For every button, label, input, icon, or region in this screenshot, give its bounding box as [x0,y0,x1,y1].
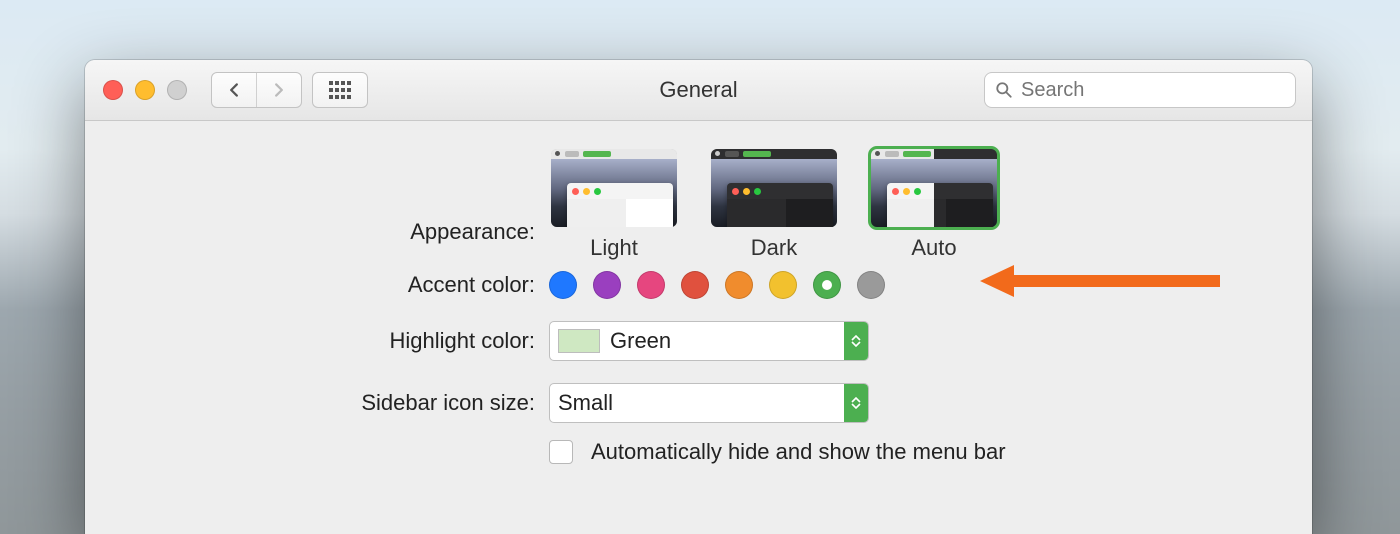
appearance-option-light[interactable]: Light [549,149,679,261]
menubar-hide-row: Automatically hide and show the menu bar [85,439,1312,465]
appearance-option-dark[interactable]: Dark [709,149,839,261]
preferences-window: General Appearance: Light [85,60,1312,534]
back-button[interactable] [212,73,256,107]
menubar-hide-label: Automatically hide and show the menu bar [591,439,1006,465]
nav-buttons [211,72,302,108]
accent-yellow[interactable] [769,271,797,299]
appearance-label: Appearance: [85,219,549,245]
accent-green[interactable] [813,271,841,299]
highlight-swatch [558,329,600,353]
window-toolbar: General [85,60,1312,121]
accent-pink[interactable] [637,271,665,299]
appearance-option-light-label: Light [590,235,638,261]
select-stepper-icon [844,384,868,422]
forward-button[interactable] [256,73,301,107]
appearance-option-auto-label: Auto [911,235,956,261]
accent-graphite[interactable] [857,271,885,299]
search-input[interactable] [1019,78,1288,103]
select-stepper-icon [844,322,868,360]
accent-purple[interactable] [593,271,621,299]
accent-blue[interactable] [549,271,577,299]
window-controls [103,80,187,100]
show-all-button[interactable] [312,72,368,108]
search-icon [995,81,1013,99]
highlight-label: Highlight color: [85,328,549,354]
highlight-row: Highlight color: Green [85,321,1312,361]
minimize-window-button[interactable] [135,80,155,100]
sidebar-icon-row: Sidebar icon size: Small [85,383,1312,423]
appearance-thumb-dark [711,149,837,227]
zoom-window-button [167,80,187,100]
appearance-thumb-auto [871,149,997,227]
highlight-select[interactable]: Green [549,321,869,361]
accent-red[interactable] [681,271,709,299]
sidebar-icon-select[interactable]: Small [549,383,869,423]
appearance-options: Light Dark [549,149,999,261]
appearance-option-dark-label: Dark [751,235,797,261]
close-window-button[interactable] [103,80,123,100]
annotation-arrow [980,261,1220,301]
appearance-thumb-light [551,149,677,227]
grid-icon [329,81,351,99]
search-field[interactable] [984,72,1296,108]
accent-label: Accent color: [85,272,549,298]
chevron-right-icon [272,83,286,97]
sidebar-icon-value: Small [558,390,613,416]
accent-orange[interactable] [725,271,753,299]
sidebar-icon-label: Sidebar icon size: [85,390,549,416]
highlight-value: Green [610,328,671,354]
menubar-hide-checkbox[interactable] [549,440,573,464]
chevron-left-icon [227,83,241,97]
content-area: Appearance: Light Dark [85,121,1312,465]
appearance-row: Appearance: Light Dark [85,149,1312,261]
accent-colors [549,271,885,299]
appearance-option-auto[interactable]: Auto [869,149,999,261]
